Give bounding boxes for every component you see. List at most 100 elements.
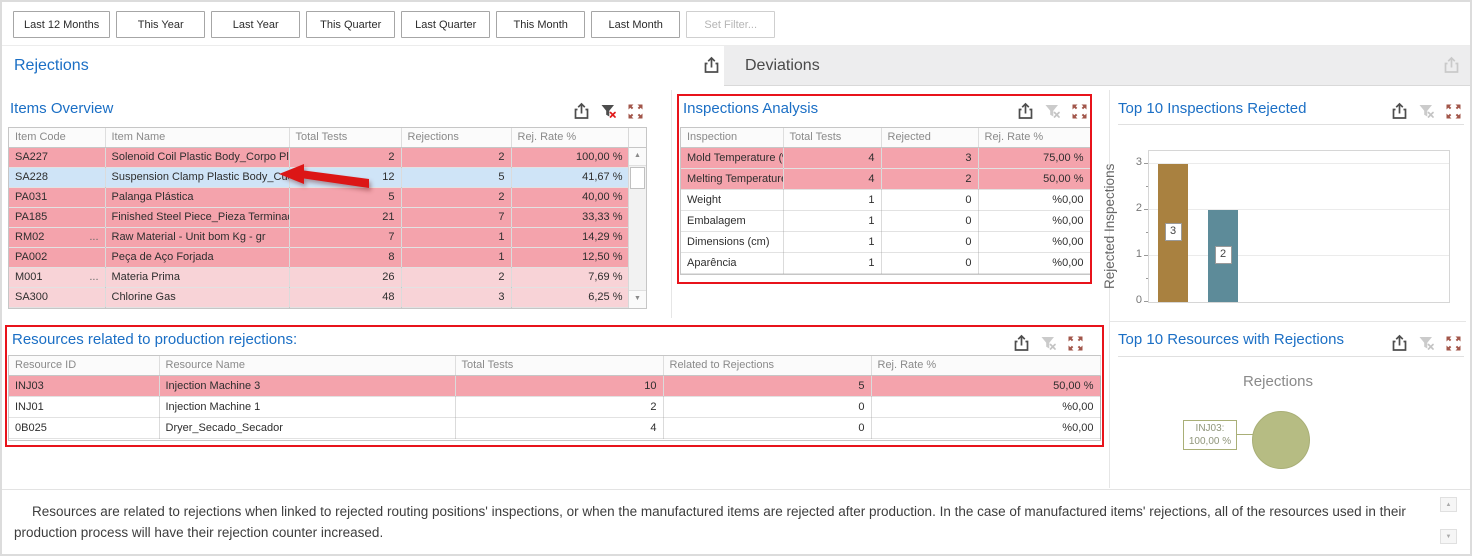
scroll-down-icon[interactable]: ▼ (629, 290, 646, 308)
export-icon[interactable] (1390, 102, 1409, 121)
filter-button-this-year[interactable]: This Year (116, 11, 205, 38)
scroll-up-icon[interactable]: ▲ (629, 148, 646, 166)
table-row[interactable]: 0B025Dryer_Secado_Secador40%0,00 (9, 418, 1100, 439)
expand-icon[interactable] (1066, 334, 1085, 353)
item-name-cell: Raw Material - Unit bom Kg - gr (105, 228, 289, 248)
table-row[interactable]: SA227Solenoid Coil Plastic Body_Corpo Pl… (9, 148, 629, 168)
table-row[interactable]: PA002Peça de Aço Forjada8112,50 % (9, 248, 629, 268)
total-tests-cell: 4 (455, 418, 663, 439)
rejections-cell: 1 (401, 248, 511, 268)
gridline (1149, 255, 1449, 256)
column-header[interactable]: Related to Rejections (663, 356, 871, 376)
rej-rate-cell: 41,67 % (511, 168, 629, 188)
export-icon[interactable] (572, 102, 591, 121)
quality-dashboard: Last 12 MonthsThis YearLast YearThis Qua… (0, 0, 1472, 556)
table-row[interactable]: Weight10%0,00 (681, 190, 1090, 211)
column-header[interactable]: Resource ID (9, 356, 159, 376)
table-row[interactable]: Melting Temperature (ºC)4250,00 % (681, 169, 1090, 190)
column-header[interactable]: Item Code (9, 128, 105, 148)
rejections-cell: 5 (401, 168, 511, 188)
tab-deviations[interactable]: Deviations (724, 46, 1470, 86)
clear-filter-icon[interactable] (1417, 334, 1436, 353)
expand-icon[interactable] (1070, 102, 1089, 121)
inspection-cell: Aparência (681, 253, 783, 274)
related-rejections-cell: 0 (663, 397, 871, 418)
item-name-cell: Suspension Clamp Plastic Body_Cue... (105, 168, 289, 188)
rej-rate-cell: 50,00 % (871, 376, 1100, 397)
filter-button-last-month[interactable]: Last Month (591, 11, 680, 38)
clear-filter-icon[interactable] (1417, 102, 1436, 121)
resource-id-cell: INJ01 (9, 397, 159, 418)
header-stub (628, 128, 646, 148)
rej-rate-cell: 6,25 % (511, 288, 629, 308)
filter-button-set-filter[interactable]: Set Filter... (686, 11, 775, 38)
pie-callout-connector (1236, 434, 1253, 435)
export-icon[interactable] (702, 56, 722, 76)
rej-rate-cell: %0,00 (871, 418, 1100, 439)
pie-chart[interactable] (1252, 411, 1310, 469)
column-header[interactable]: Item Name (105, 128, 289, 148)
table-row[interactable]: INJ01Injection Machine 120%0,00 (9, 397, 1100, 418)
clear-filter-icon[interactable] (1039, 334, 1058, 353)
table-row[interactable]: RM02...Raw Material - Unit bom Kg - gr71… (9, 228, 629, 248)
clear-filter-icon[interactable] (1043, 102, 1062, 121)
table-row[interactable]: INJ03Injection Machine 310550,00 % (9, 376, 1100, 397)
column-header[interactable]: Total Tests (455, 356, 663, 376)
export-icon[interactable] (1390, 334, 1409, 353)
column-header[interactable]: Rejected (881, 128, 978, 148)
column-header[interactable]: Rejections (401, 128, 511, 148)
scroll-down-icon[interactable]: ▼ (1440, 529, 1457, 544)
top-inspections-title: Top 10 Inspections Rejected (1118, 100, 1306, 117)
scrollbar-thumb[interactable] (630, 167, 645, 189)
item-name-cell: Finished Steel Piece_Pieza Terminad... (105, 208, 289, 228)
item-code-cell: PA185 (9, 208, 105, 228)
filter-button-this-month[interactable]: This Month (496, 11, 585, 38)
table-row[interactable]: Embalagem10%0,00 (681, 211, 1090, 232)
scrollbar[interactable]: ▲ ▼ (628, 148, 646, 308)
export-icon[interactable] (1012, 334, 1031, 353)
rejected-cell: 2 (881, 169, 978, 190)
column-header[interactable]: Total Tests (289, 128, 401, 148)
table-row[interactable]: Dimensions (cm)10%0,00 (681, 232, 1090, 253)
table-row[interactable]: SA228Suspension Clamp Plastic Body_Cue..… (9, 168, 629, 188)
resources-toolbar (1012, 333, 1085, 353)
expand-icon[interactable] (626, 102, 645, 121)
rejections-cell: 2 (401, 148, 511, 168)
export-icon[interactable] (1442, 56, 1462, 76)
table-row[interactable]: Aparência10%0,00 (681, 253, 1090, 274)
rej-rate-cell: 50,00 % (978, 169, 1090, 190)
tab-rejections[interactable]: Rejections (2, 46, 724, 86)
bar-value-label: 2 (1215, 246, 1232, 264)
filter-bar: Last 12 MonthsThis YearLast YearThis Qua… (13, 11, 775, 38)
filter-button-last-12-months[interactable]: Last 12 Months (13, 11, 110, 38)
items-overview-table: Item CodeItem NameTotal TestsRejectionsR… (8, 127, 647, 309)
column-header[interactable]: Inspection (681, 128, 783, 148)
filter-button-last-quarter[interactable]: Last Quarter (401, 11, 490, 38)
column-header[interactable]: Rej. Rate % (978, 128, 1090, 148)
top-resources-title: Top 10 Resources with Rejections (1118, 331, 1344, 348)
total-tests-cell: 12 (289, 168, 401, 188)
table-row[interactable]: SA300Chlorine Gas4836,25 % (9, 288, 629, 308)
table-row[interactable]: PA185Finished Steel Piece_Pieza Terminad… (9, 208, 629, 228)
clear-filter-icon[interactable] (599, 102, 618, 121)
column-header[interactable]: Rej. Rate % (871, 356, 1100, 376)
column-header[interactable]: Total Tests (783, 128, 881, 148)
item-name-cell: Chlorine Gas (105, 288, 289, 308)
expand-icon[interactable] (1444, 102, 1463, 121)
table-row[interactable]: PA031Palanga Plástica5240,00 % (9, 188, 629, 208)
column-header[interactable]: Resource Name (159, 356, 455, 376)
export-icon[interactable] (1016, 102, 1035, 121)
filter-button-last-year[interactable]: Last Year (211, 11, 300, 38)
inspections-analysis-table: InspectionTotal TestsRejectedRej. Rate %… (680, 127, 1091, 275)
column-header[interactable]: Rej. Rate % (511, 128, 629, 148)
table-row[interactable]: Mold Temperature (ºC)4375,00 % (681, 148, 1090, 169)
y-tick-label: 1 (1126, 248, 1142, 260)
scroll-up-icon[interactable]: ▲ (1440, 497, 1457, 512)
filter-button-this-quarter[interactable]: This Quarter (306, 11, 395, 38)
bar-value-label: 3 (1165, 223, 1182, 241)
total-tests-cell: 8 (289, 248, 401, 268)
table-row[interactable]: M001...Materia Prima2627,69 % (9, 268, 629, 288)
expand-icon[interactable] (1444, 334, 1463, 353)
description-scrollbar[interactable]: ▲ ▼ (1440, 497, 1457, 544)
item-code-cell: PA002 (9, 248, 105, 268)
